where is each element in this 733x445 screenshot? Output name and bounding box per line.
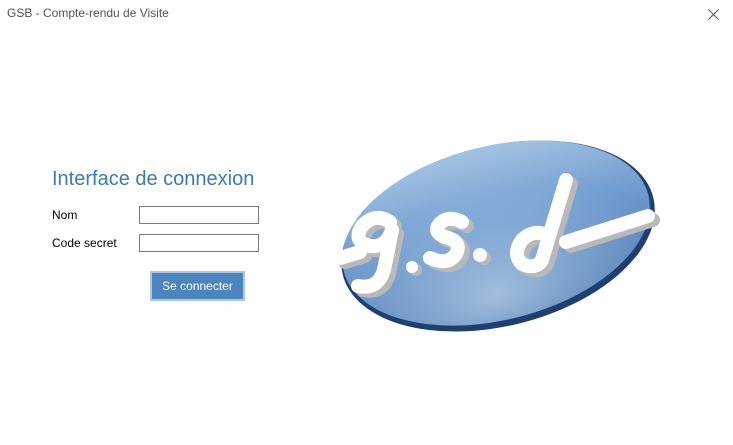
nom-input[interactable] — [139, 206, 259, 224]
login-title: Interface de connexion — [52, 168, 255, 190]
close-button[interactable] — [693, 0, 733, 28]
code-secret-label: Code secret — [52, 236, 117, 250]
title-bar: GSB - Compte-rendu de Visite — [0, 0, 733, 30]
gsb-logo — [333, 140, 660, 332]
nom-label: Nom — [52, 208, 78, 222]
connect-button[interactable]: Se connecter — [150, 271, 245, 301]
code-secret-input[interactable] — [139, 234, 259, 252]
window-title: GSB - Compte-rendu de Visite — [7, 6, 169, 20]
close-icon — [707, 8, 719, 20]
